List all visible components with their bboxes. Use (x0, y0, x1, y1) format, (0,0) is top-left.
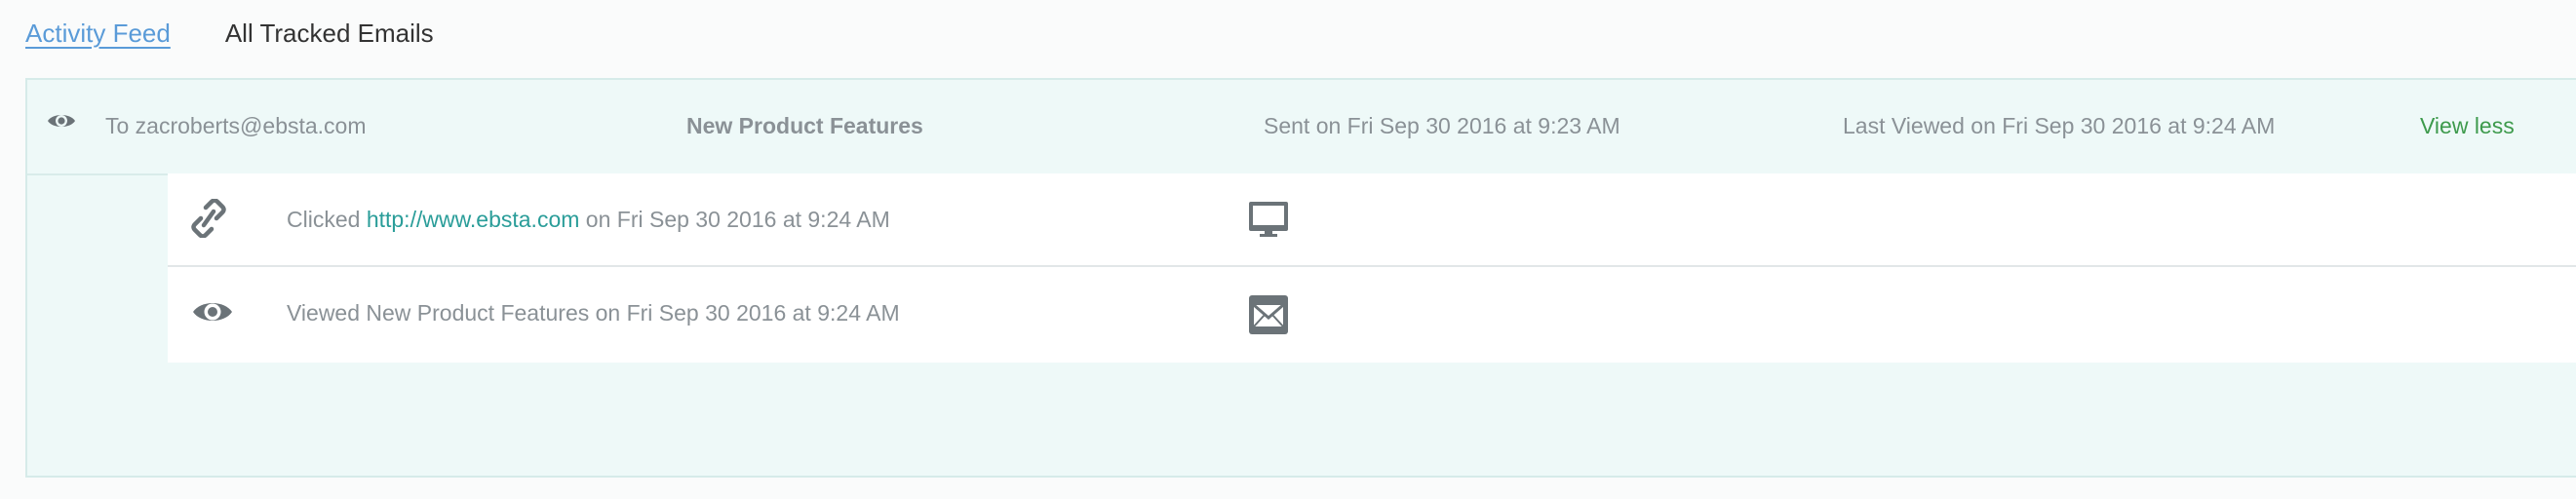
email-summary-row[interactable]: To zacroberts@ebsta.com New Product Feat… (27, 80, 2576, 175)
email-subject: New Product Features (686, 113, 923, 138)
view-less-link[interactable]: View less (2420, 113, 2515, 139)
eye-icon (47, 111, 76, 135)
desktop-icon (1248, 201, 1289, 243)
event-click-suffix: on Fri Sep 30 2016 at 9:24 AM (579, 207, 890, 232)
tab-all-tracked-emails[interactable]: All Tracked Emails (225, 19, 434, 49)
tab-bar: Activity Feed All Tracked Emails (25, 14, 488, 53)
event-list: Clicked http://www.ebsta.com on Fri Sep … (168, 173, 2576, 363)
event-view-text: Viewed New Product Features on Fri Sep 3… (287, 300, 900, 326)
eye-icon (191, 292, 234, 336)
last-viewed-timestamp: Last Viewed on Fri Sep 30 2016 at 9:24 A… (1843, 113, 2276, 138)
sent-timestamp: Sent on Fri Sep 30 2016 at 9:23 AM (1264, 113, 1620, 138)
email-client-icon (1248, 294, 1289, 340)
event-row-click: Clicked http://www.ebsta.com on Fri Sep … (168, 173, 2576, 267)
tab-activity-feed[interactable]: Activity Feed (25, 19, 171, 49)
recipient-label: To zacroberts@ebsta.com (105, 113, 367, 138)
link-icon (191, 198, 226, 243)
event-click-prefix: Clicked (287, 207, 367, 232)
tracked-email-card: To zacroberts@ebsta.com New Product Feat… (25, 78, 2576, 478)
event-click-text: Clicked http://www.ebsta.com on Fri Sep … (287, 207, 890, 233)
event-row-view: Viewed New Product Features on Fri Sep 3… (168, 267, 2576, 363)
clicked-url-link[interactable]: http://www.ebsta.com (367, 207, 580, 232)
